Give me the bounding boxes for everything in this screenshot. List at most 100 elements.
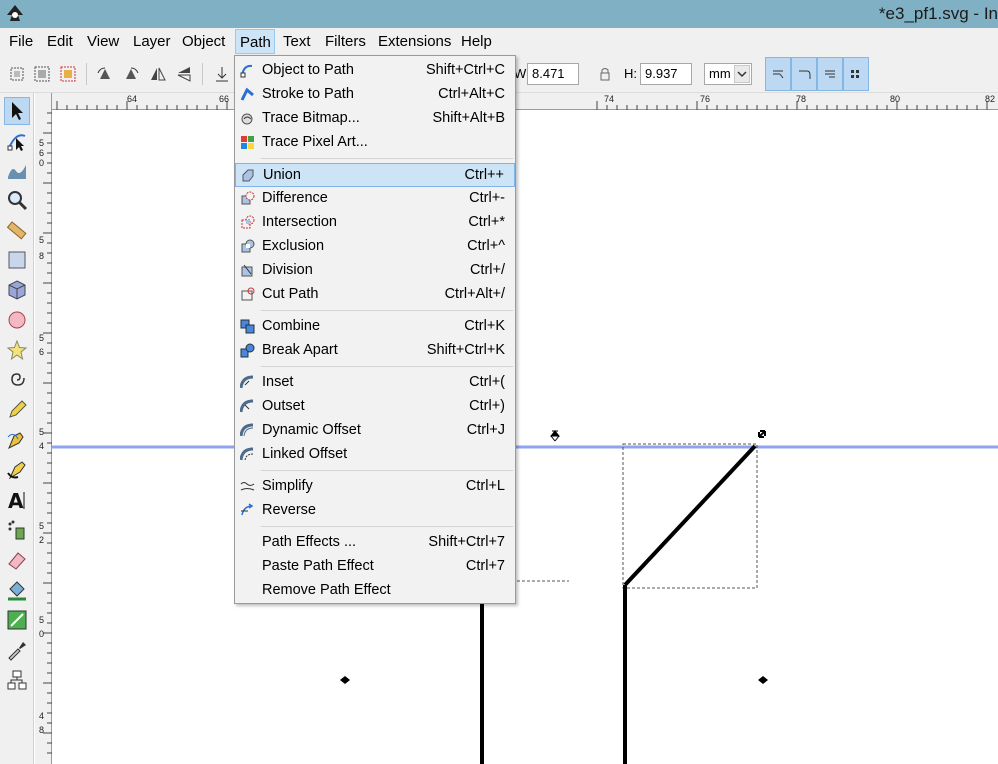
menu-item-break-apart[interactable]: Break Apart Shift+Ctrl+K: [235, 339, 515, 363]
toolbar-separator: [86, 63, 87, 85]
height-value: 9.937: [645, 66, 678, 81]
menu-text[interactable]: Text: [283, 33, 311, 50]
node-tool-icon[interactable]: [6, 130, 28, 152]
menu-item-union[interactable]: Union Ctrl++: [235, 163, 515, 187]
menu-item-remove-path-effect[interactable]: Remove Path Effect: [235, 579, 515, 603]
rectangle-tool-icon[interactable]: [6, 249, 28, 271]
menu-item-label: Division: [262, 262, 313, 278]
menu-item-label: Trace Pixel Art...: [262, 134, 368, 150]
menu-item-stroke-to-path[interactable]: Stroke to Path Ctrl+Alt+C: [235, 83, 515, 107]
menu-layer[interactable]: Layer: [133, 33, 171, 50]
pencil-tool-icon[interactable]: [6, 399, 28, 421]
menu-separator: [261, 470, 513, 471]
menu-item-trace-bitmap[interactable]: Trace Bitmap... Shift+Alt+B: [235, 107, 515, 131]
menu-item-paste-path-effect[interactable]: Paste Path Effect Ctrl+7: [235, 555, 515, 579]
tweak-tool-icon[interactable]: [6, 159, 28, 181]
ruler-label: 64: [127, 94, 138, 104]
drawing-canvas[interactable]: [52, 110, 998, 764]
unit-select[interactable]: mm: [704, 63, 752, 85]
scale-corners-icon: [799, 70, 811, 79]
height-label: H:: [624, 66, 637, 81]
dynamic-offset-icon: [240, 423, 254, 437]
lock-icon[interactable]: [596, 65, 614, 83]
text-tool-icon[interactable]: A: [6, 489, 28, 511]
menu-item-linked-offset[interactable]: Linked Offset: [235, 443, 515, 467]
window-title: *e3_pf1.svg - In: [878, 4, 998, 23]
scale-handle-top[interactable]: [549, 430, 561, 442]
ruler-label: 80: [890, 94, 901, 104]
select-all-icon[interactable]: [8, 65, 26, 83]
menu-object[interactable]: Object: [182, 33, 225, 50]
rotate-cw-icon[interactable]: [122, 65, 140, 83]
menu-item-difference[interactable]: Difference Ctrl+-: [235, 187, 515, 211]
combine-icon: [240, 319, 255, 334]
menu-item-inset[interactable]: Inset Ctrl+(: [235, 371, 515, 395]
horizontal-ruler[interactable]: 64 66 74 76 78 80 82: [52, 93, 998, 110]
deselect-icon[interactable]: [59, 65, 77, 83]
menu-item-division[interactable]: Division Ctrl+/: [235, 259, 515, 283]
canvas-drawing: [52, 430, 998, 764]
spiral-tool-icon[interactable]: [6, 369, 28, 391]
svg-text:A: A: [8, 489, 24, 511]
vertical-ruler[interactable]: 5 6 0 5 8 5 6 5 4 5 2 5 0 4 8: [35, 93, 52, 764]
menu-path[interactable]: Path: [235, 29, 275, 54]
toggle-scale-corners-button[interactable]: [791, 57, 817, 91]
toggle-scale-stroke-button[interactable]: [765, 57, 791, 91]
scale-handle-corner[interactable]: [758, 430, 766, 438]
menu-item-intersection[interactable]: Intersection Ctrl+*: [235, 211, 515, 235]
lower-to-bottom-icon[interactable]: [213, 65, 231, 83]
menu-view[interactable]: View: [87, 33, 119, 50]
3d-box-tool-icon[interactable]: [6, 279, 28, 301]
toggle-transform-patterns-button[interactable]: [843, 57, 869, 91]
flip-horizontal-icon[interactable]: [149, 65, 167, 83]
menu-extensions[interactable]: Extensions: [378, 33, 451, 50]
menu-item-label: Linked Offset: [262, 446, 348, 462]
division-icon: [241, 264, 253, 277]
scale-handle-right[interactable]: [758, 676, 768, 684]
transform-patterns-icon: [851, 70, 859, 78]
menu-edit[interactable]: Edit: [47, 33, 73, 50]
eraser-tool-icon[interactable]: [6, 549, 28, 571]
menu-item-reverse[interactable]: Reverse: [235, 499, 515, 523]
menu-item-combine[interactable]: Combine Ctrl+K: [235, 315, 515, 339]
spray-tool-icon[interactable]: [6, 519, 28, 541]
menu-item-dynamic-offset[interactable]: Dynamic Offset Ctrl+J: [235, 419, 515, 443]
trace-pixel-art-icon: [241, 136, 254, 149]
menu-separator: [261, 310, 513, 311]
width-field[interactable]: 8.471: [527, 63, 579, 85]
diagonal-path[interactable]: [623, 444, 757, 587]
menu-item-outset[interactable]: Outset Ctrl+): [235, 395, 515, 419]
menu-item-simplify[interactable]: Simplify Ctrl+L: [235, 475, 515, 499]
paint-bucket-tool-icon[interactable]: [6, 579, 28, 601]
menu-help[interactable]: Help: [461, 33, 492, 50]
star-tool-icon[interactable]: [6, 339, 28, 361]
selector-arrow-icon[interactable]: [6, 100, 28, 122]
dropper-tool-icon[interactable]: [6, 639, 28, 661]
menu-filters[interactable]: Filters: [325, 33, 366, 50]
menu-item-trace-pixel-art[interactable]: Trace Pixel Art...: [235, 131, 515, 155]
pen-tool-icon[interactable]: [6, 429, 28, 451]
gradient-tool-icon[interactable]: [6, 609, 28, 631]
union-icon: [242, 169, 254, 182]
menu-item-shortcut: Shift+Ctrl+K: [426, 342, 505, 358]
zoom-tool-icon[interactable]: [6, 189, 28, 211]
menu-item-label: Inset: [262, 374, 294, 390]
calligraphy-tool-icon[interactable]: [6, 459, 28, 481]
select-all-layers-icon[interactable]: [33, 65, 51, 83]
toggle-transform-gradients-button[interactable]: [817, 57, 843, 91]
menu-item-label: Break Apart: [262, 342, 338, 358]
title-bar: *e3_pf1.svg - In: [0, 0, 998, 28]
menu-item-object-to-path[interactable]: Object to Path Shift+Ctrl+C: [235, 59, 515, 83]
ruler-label: 66: [219, 94, 230, 104]
rotate-ccw-icon[interactable]: [96, 65, 114, 83]
menu-file[interactable]: File: [9, 33, 33, 50]
ellipse-tool-icon[interactable]: [6, 309, 28, 331]
menu-item-path-effects[interactable]: Path Effects ... Shift+Ctrl+7: [235, 531, 515, 555]
flip-vertical-icon[interactable]: [175, 65, 193, 83]
measure-tool-icon[interactable]: [6, 219, 28, 241]
menu-item-cut-path[interactable]: Cut Path Ctrl+Alt+/: [235, 283, 515, 307]
menu-item-exclusion[interactable]: Exclusion Ctrl+^: [235, 235, 515, 259]
scale-handle-left[interactable]: [340, 676, 350, 684]
connector-tool-icon[interactable]: [6, 669, 28, 691]
height-field[interactable]: 9.937: [640, 63, 692, 85]
